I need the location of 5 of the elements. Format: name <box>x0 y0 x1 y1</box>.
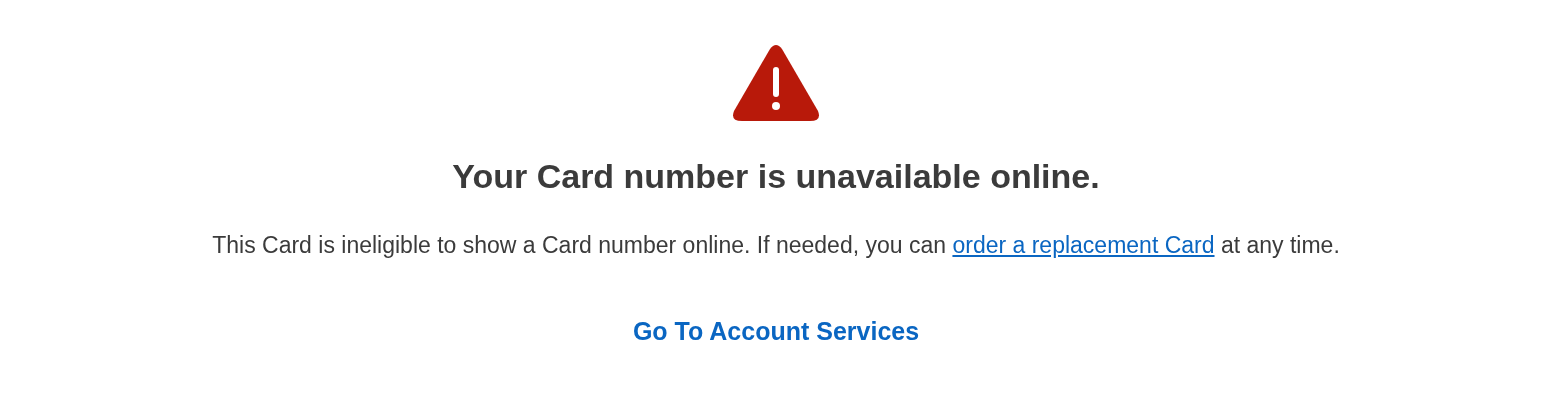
error-message: This Card is ineligible to show a Card number online. If needed, you can order a replacement Card at any time. <box>212 232 1340 259</box>
warning-icon <box>732 43 820 123</box>
account-services-button[interactable]: Go To Account Services <box>632 317 920 346</box>
error-heading: Your Card number is unavailable online. <box>452 157 1100 196</box>
replacement-card-link[interactable]: order a replacement Card <box>952 232 1215 258</box>
